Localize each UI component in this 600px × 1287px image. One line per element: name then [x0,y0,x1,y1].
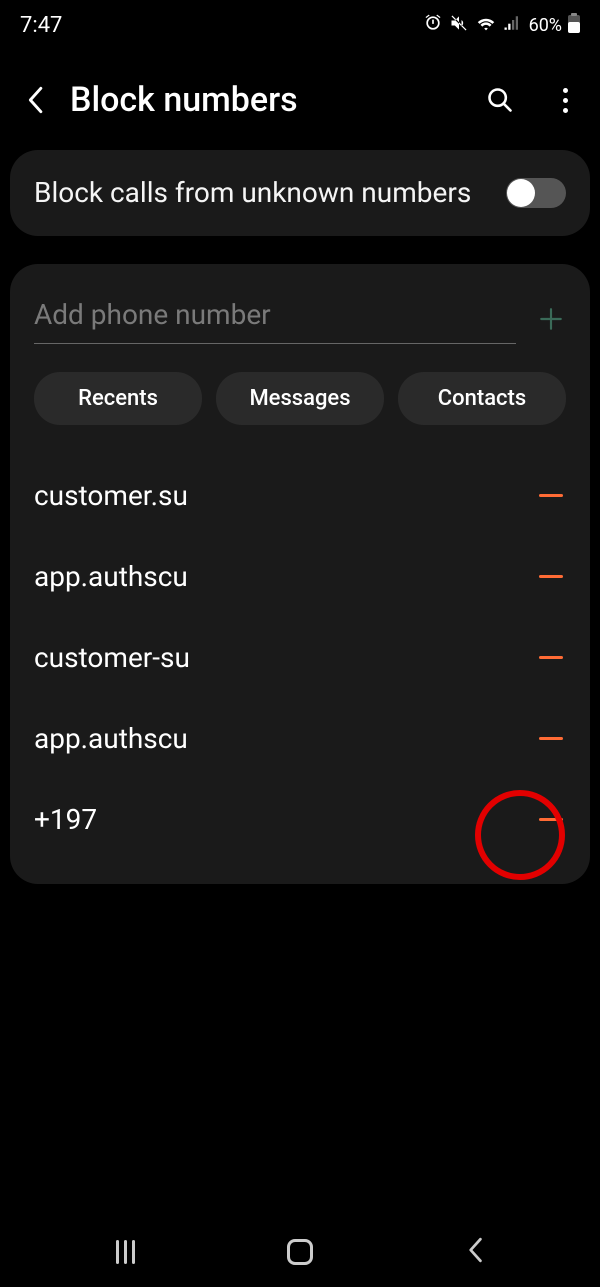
blocked-name: customer.su [34,479,188,512]
blocked-name: app.authscu [34,722,188,755]
signal-icon [503,14,521,37]
minus-icon [539,737,563,740]
status-bar: 7:47 60% [0,0,600,50]
list-item: customer.su [34,455,566,536]
list-item: +197 [34,779,566,860]
remove-button[interactable] [536,723,566,753]
add-number-card: Recents Messages Contacts customer.su ap… [10,264,590,884]
blocked-name: app.authscu [34,560,188,593]
app-header: Block numbers [0,50,600,140]
nav-bar [0,1217,600,1287]
overflow-menu-button[interactable] [550,80,580,120]
wifi-icon [475,12,497,39]
mute-icon [449,13,469,38]
nav-home-button[interactable] [287,1239,313,1265]
toggle-knob [507,179,535,207]
blocked-name: +197 [34,803,97,836]
minus-icon [539,818,563,821]
nav-recents-button[interactable] [116,1240,135,1264]
remove-button[interactable] [536,561,566,591]
block-list: customer.su app.authscu customer-su app.… [34,455,566,884]
block-unknown-card: Block calls from unknown numbers [10,150,590,236]
blocked-name: customer-su [34,641,190,674]
status-icons: 60% [423,12,580,39]
phone-input[interactable] [34,294,516,344]
add-input-row [34,294,566,344]
add-button[interactable] [536,304,566,334]
minus-icon [539,656,563,659]
status-time: 7:47 [20,13,62,38]
chip-row: Recents Messages Contacts [34,372,566,425]
minus-icon [539,494,563,497]
battery-icon [568,13,580,38]
remove-button[interactable] [536,642,566,672]
block-unknown-toggle[interactable] [506,178,566,208]
page-title: Block numbers [70,80,460,120]
chip-recents[interactable]: Recents [34,372,202,425]
search-button[interactable] [480,80,520,120]
kebab-icon [563,88,568,113]
back-button[interactable] [20,85,50,115]
chip-messages[interactable]: Messages [216,372,384,425]
list-item: customer-su [34,617,566,698]
list-item: app.authscu [34,536,566,617]
chip-contacts[interactable]: Contacts [398,372,566,425]
block-unknown-label: Block calls from unknown numbers [34,174,471,212]
alarm-icon [423,13,443,38]
list-item: app.authscu [34,698,566,779]
nav-back-button[interactable] [466,1237,484,1267]
minus-icon [539,575,563,578]
block-unknown-row[interactable]: Block calls from unknown numbers [34,174,566,212]
remove-button[interactable] [536,480,566,510]
remove-button[interactable] [536,804,566,834]
battery-percent: 60% [529,15,562,36]
